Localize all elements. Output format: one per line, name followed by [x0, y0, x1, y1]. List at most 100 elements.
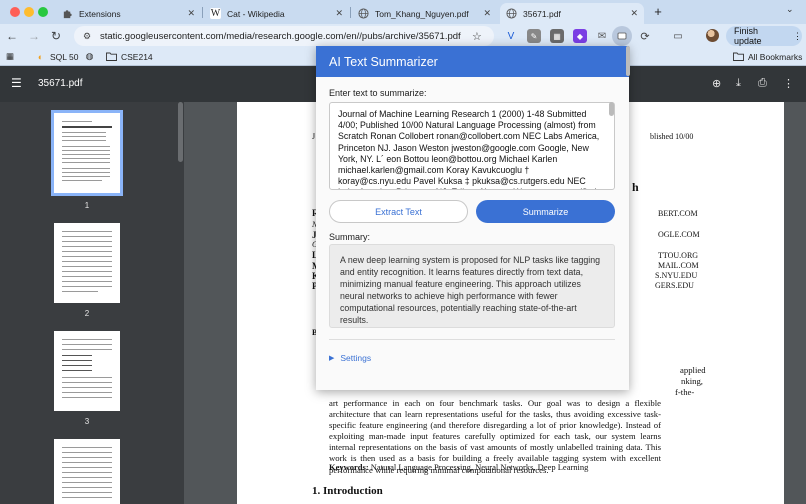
all-bookmarks-label: All Bookmarks [748, 51, 803, 62]
tab-label: Cat - Wikipedia [227, 8, 285, 19]
extensions-puzzle-icon[interactable]: ⟳ [638, 29, 652, 43]
extract-text-button[interactable]: Extract Text [329, 200, 468, 223]
divider [329, 339, 615, 340]
globe-icon: ◍ [85, 51, 94, 61]
extension-grid-icon[interactable]: ▦ [550, 29, 564, 43]
input-label: Enter text to summarize: [329, 88, 427, 98]
reload-icon[interactable]: ↻ [48, 28, 64, 44]
page-fragment: MAIL.COM [658, 261, 699, 270]
thumbnail-number: 2 [84, 309, 90, 318]
tab-cat-wikipedia[interactable]: W Cat - Wikipedia ✕ [204, 3, 349, 24]
zoom-window-button[interactable] [38, 7, 48, 17]
disclosure-triangle-icon: ▶ [329, 355, 335, 362]
summary-label: Summary: [329, 232, 371, 242]
close-window-button[interactable] [10, 7, 20, 17]
sidebar-scrollbar[interactable] [178, 102, 183, 162]
tab-separator [202, 7, 203, 18]
tab-label: Extensions [79, 8, 121, 19]
print-icon[interactable]: ⎙ [758, 77, 767, 90]
page-fragment: J [312, 132, 316, 141]
extension-purple-icon[interactable]: ◆ [573, 29, 587, 43]
page-fragment: TTOU.ORG [658, 251, 699, 260]
text-input-area[interactable]: Journal of Machine Learning Research 1 (… [329, 102, 615, 190]
tab-strip: Extensions ✕ W Cat - Wikipedia ✕ Tom_Kha… [0, 0, 806, 24]
settings-toggle[interactable]: ▶ Settings [329, 353, 371, 363]
keywords-line: Keywords: Natural Language Processing, N… [329, 462, 588, 472]
bookmark-star-icon[interactable]: ☆ [472, 30, 486, 43]
leetcode-icon: ◐ [37, 51, 44, 62]
back-icon[interactable]: ← [4, 28, 20, 44]
extension-v-icon[interactable]: V [504, 29, 518, 43]
tab-35671-pdf[interactable]: 35671.pdf ✕ [500, 3, 644, 24]
more-vert-icon: ⋮ [793, 30, 802, 41]
summarize-button[interactable]: Summarize [476, 200, 615, 223]
finish-update-label: Finish update [734, 26, 762, 46]
popup-scrollbar[interactable] [626, 46, 630, 76]
url-text: static.googleusercontent.com/media/resea… [100, 30, 461, 42]
bookmark-cse214[interactable]: CSE214 [106, 51, 153, 62]
thumbnail-page-4[interactable] [54, 439, 120, 504]
bookmark-label: CSE214 [121, 51, 153, 62]
add-to-drive-icon[interactable]: ⊕ [712, 77, 721, 90]
page-fragment: nking, [681, 376, 703, 386]
bookmark-label: SQL 50 [50, 51, 79, 62]
bookmark-globe[interactable]: ◍ [84, 51, 99, 62]
tab-label: Tom_Khang_Nguyen.pdf [375, 8, 469, 19]
close-icon[interactable]: ✕ [335, 8, 343, 19]
page-fragment: h [632, 180, 639, 194]
all-bookmarks-button[interactable]: All Bookmarks [733, 51, 802, 62]
close-icon[interactable]: ✕ [483, 8, 491, 19]
page-fragment: GERS.EDU [655, 281, 694, 290]
summary-output: A new deep learning system is proposed f… [329, 244, 615, 328]
page-fragment: S.NYU.EDU [655, 271, 698, 280]
apps-grid-icon[interactable]: ▦ [6, 51, 14, 62]
download-icon[interactable]: ⤓ [736, 77, 741, 90]
popup-title: AI Text Summarizer [316, 46, 629, 77]
thumbnail-page-1[interactable] [51, 110, 123, 196]
keywords-value: Natural Language Processing, Neural Netw… [370, 462, 589, 472]
wikipedia-icon: W [210, 8, 221, 19]
tab-search-icon[interactable]: ⌄ [786, 4, 794, 15]
close-icon[interactable]: ✕ [630, 8, 638, 19]
settings-label: Settings [340, 353, 372, 363]
globe-icon [358, 8, 369, 19]
bookmark-sql50[interactable]: ◐ SQL 50 [35, 51, 79, 62]
site-info-icon[interactable]: ⚙ [80, 29, 94, 43]
mail-icon[interactable]: ✉ [595, 29, 609, 43]
page-fragment: blished 10/00 [650, 132, 694, 141]
tab-tom-khang-pdf[interactable]: Tom_Khang_Nguyen.pdf ✕ [352, 3, 497, 24]
page-fragment: f-the- [675, 387, 695, 397]
side-panel-icon[interactable]: ▭ [671, 29, 685, 43]
hamburger-menu-icon[interactable]: ☰ [11, 76, 22, 90]
thumbnail-page-2[interactable] [54, 223, 120, 303]
tab-extensions[interactable]: Extensions ✕ [56, 3, 201, 24]
forward-icon[interactable]: → [26, 28, 42, 44]
thumbnail-page-3[interactable] [54, 331, 120, 411]
close-icon[interactable]: ✕ [187, 8, 195, 19]
textarea-scrollbar[interactable] [609, 102, 614, 116]
summarizer-popup: AI Text Summarizer Enter text to summari… [316, 46, 629, 390]
keywords-label: Keywords: [329, 462, 369, 472]
finish-update-button[interactable]: Finish update ⋮ [726, 26, 802, 46]
folder-icon [106, 51, 117, 62]
tab-separator [350, 7, 351, 18]
globe-icon [506, 8, 517, 19]
section-title: 1. Introduction [312, 485, 383, 497]
page-fragment: OGLE.COM [658, 230, 700, 239]
thumbnail-sidebar: 1 2 3 [0, 102, 184, 504]
new-tab-button[interactable]: + [650, 3, 666, 19]
page-fragment: applied [680, 365, 706, 375]
browser-toolbar: ← → ↻ ⚙ static.googleusercontent.com/med… [0, 24, 806, 48]
more-options-icon[interactable]: ⋮ [783, 77, 794, 90]
address-bar[interactable]: ⚙ static.googleusercontent.com/media/res… [74, 26, 494, 46]
puzzle-icon [62, 8, 73, 19]
tab-label: 35671.pdf [523, 8, 561, 19]
thumbnail-number: 3 [84, 417, 90, 426]
summarizer-extension-icon[interactable] [612, 26, 632, 46]
thumbnail-number: 1 [84, 201, 90, 210]
avatar[interactable] [706, 29, 719, 42]
extension-edit-icon[interactable]: ✎ [527, 29, 541, 43]
minimize-window-button[interactable] [24, 7, 34, 17]
folder-icon [733, 51, 744, 62]
page-fragment: BERT.COM [658, 209, 698, 218]
